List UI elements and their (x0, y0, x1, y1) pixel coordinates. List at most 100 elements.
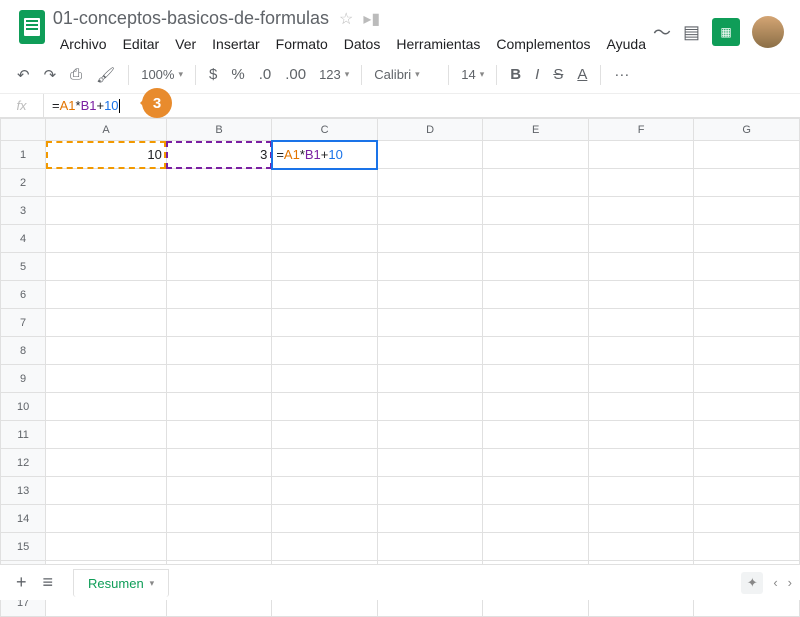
menu-archivo[interactable]: Archivo (53, 32, 114, 56)
cell[interactable] (694, 225, 800, 253)
cell[interactable] (166, 421, 272, 449)
row-header-1[interactable]: 1 (1, 141, 46, 169)
cell[interactable] (588, 393, 694, 421)
cell[interactable] (46, 169, 167, 197)
cell[interactable] (588, 141, 694, 169)
cell[interactable] (46, 337, 167, 365)
cell[interactable] (588, 477, 694, 505)
cell[interactable] (272, 505, 378, 533)
cell[interactable] (166, 337, 272, 365)
cell[interactable] (588, 225, 694, 253)
cell[interactable] (483, 505, 589, 533)
cell[interactable] (694, 197, 800, 225)
cell[interactable] (483, 197, 589, 225)
cell[interactable] (377, 533, 483, 561)
row-header[interactable]: 7 (1, 309, 46, 337)
cell[interactable] (588, 197, 694, 225)
cell[interactable] (588, 533, 694, 561)
cell-b1[interactable]: 3 (166, 141, 272, 169)
italic-button[interactable]: I (530, 62, 544, 87)
cell[interactable] (272, 225, 378, 253)
scroll-right-icon[interactable]: › (788, 575, 792, 590)
cell[interactable] (46, 505, 167, 533)
user-avatar[interactable] (752, 16, 784, 48)
row-header[interactable]: 4 (1, 225, 46, 253)
menu-editar[interactable]: Editar (116, 32, 167, 56)
scroll-left-icon[interactable]: ‹ (773, 575, 777, 590)
cell[interactable] (694, 337, 800, 365)
cell[interactable] (166, 393, 272, 421)
add-sheet-button[interactable]: + (8, 568, 35, 597)
cell[interactable] (272, 533, 378, 561)
menu-formato[interactable]: Formato (269, 32, 335, 56)
redo-button[interactable]: ↷ (39, 62, 62, 88)
menu-ver[interactable]: Ver (168, 32, 203, 56)
cell[interactable] (377, 197, 483, 225)
cell[interactable] (272, 281, 378, 309)
select-all-corner[interactable] (1, 119, 46, 141)
cell[interactable] (483, 477, 589, 505)
cell[interactable] (483, 337, 589, 365)
cell[interactable] (46, 393, 167, 421)
cell[interactable] (377, 505, 483, 533)
cell[interactable] (483, 225, 589, 253)
cell[interactable] (483, 393, 589, 421)
cell[interactable] (377, 253, 483, 281)
cell[interactable] (46, 477, 167, 505)
cell[interactable] (377, 309, 483, 337)
cell[interactable] (272, 253, 378, 281)
cell[interactable] (166, 533, 272, 561)
cell[interactable] (588, 169, 694, 197)
cell[interactable] (272, 449, 378, 477)
menu-insertar[interactable]: Insertar (205, 32, 266, 56)
cell[interactable] (377, 449, 483, 477)
cell[interactable] (588, 421, 694, 449)
menu-herramientas[interactable]: Herramientas (389, 32, 487, 56)
comments-icon[interactable]: ▤ (683, 22, 700, 43)
cell[interactable] (272, 169, 378, 197)
cell[interactable] (694, 421, 800, 449)
cell[interactable] (46, 365, 167, 393)
cell[interactable] (483, 281, 589, 309)
cell[interactable] (588, 505, 694, 533)
cell[interactable] (483, 421, 589, 449)
cell[interactable] (272, 421, 378, 449)
cell[interactable] (694, 253, 800, 281)
cell[interactable] (272, 477, 378, 505)
cell[interactable] (694, 393, 800, 421)
cell[interactable] (166, 505, 272, 533)
all-sheets-button[interactable]: ≡ (35, 568, 62, 597)
cell[interactable] (377, 393, 483, 421)
number-format-dropdown[interactable]: 123▾ (315, 65, 353, 84)
cell[interactable] (272, 365, 378, 393)
col-header-b[interactable]: B (166, 119, 272, 141)
cell[interactable] (588, 309, 694, 337)
cell[interactable] (377, 421, 483, 449)
cell[interactable] (272, 197, 378, 225)
sheets-logo[interactable] (19, 10, 45, 44)
cell[interactable] (483, 141, 589, 169)
explore-button[interactable]: ✦ (741, 572, 763, 594)
cell[interactable] (166, 169, 272, 197)
row-header[interactable]: 9 (1, 365, 46, 393)
cell[interactable] (377, 477, 483, 505)
row-header[interactable]: 8 (1, 337, 46, 365)
row-header[interactable]: 5 (1, 253, 46, 281)
spreadsheet-grid[interactable]: A B C D E F G 1 10 3 =A1*B1+10 2 3 4 5 6… (0, 118, 800, 617)
cell[interactable] (483, 449, 589, 477)
cell[interactable] (46, 225, 167, 253)
cell[interactable] (694, 169, 800, 197)
cell[interactable] (694, 365, 800, 393)
sheet-tab-menu-icon[interactable]: ▾ (150, 578, 155, 589)
percent-button[interactable]: % (226, 62, 249, 87)
row-header[interactable]: 3 (1, 197, 46, 225)
col-header-e[interactable]: E (483, 119, 589, 141)
row-header[interactable]: 13 (1, 477, 46, 505)
row-header[interactable]: 12 (1, 449, 46, 477)
strikethrough-button[interactable]: S (548, 62, 568, 87)
cell[interactable] (272, 393, 378, 421)
col-header-a[interactable]: A (46, 119, 167, 141)
cell[interactable] (46, 449, 167, 477)
bold-button[interactable]: B (505, 62, 526, 87)
cell[interactable] (46, 309, 167, 337)
